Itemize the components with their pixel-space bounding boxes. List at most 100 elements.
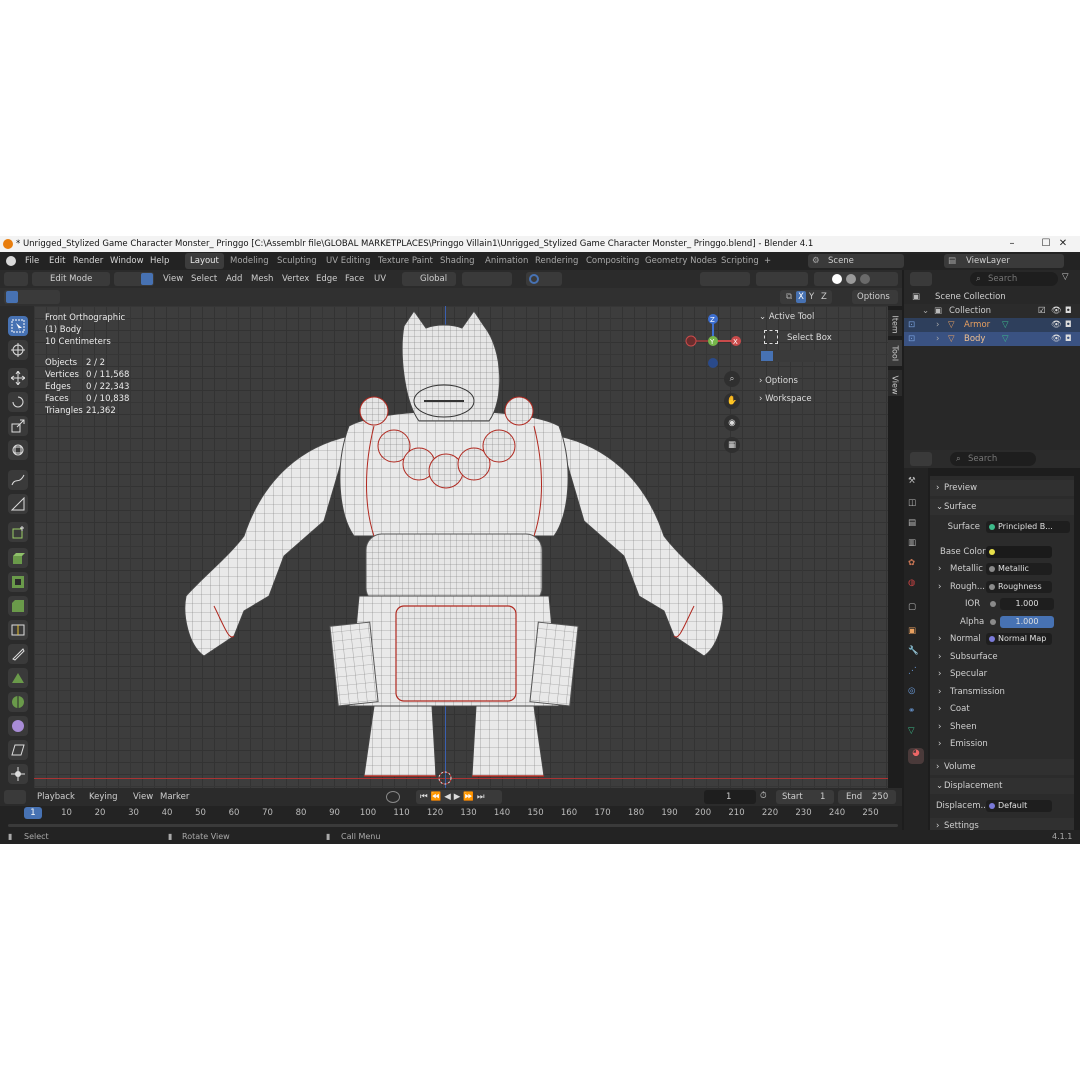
material-shading-icon[interactable] [846,274,856,284]
solid-shading-icon[interactable] [832,274,842,284]
alpha-field[interactable]: 1.000 [1000,616,1054,628]
current-frame-field[interactable]: 1 [704,790,756,804]
body-expand-icon[interactable]: › [936,332,939,346]
normal-field[interactable]: Normal Map [986,633,1052,645]
scale-tool[interactable] [8,416,28,436]
viewport-menu-uv[interactable]: UV [374,270,386,288]
zoom-icon[interactable]: ⌕ [724,371,740,387]
mode-selector[interactable]: Edit Mode [32,272,110,286]
annotate-tool[interactable] [8,470,28,490]
physics-props-icon[interactable]: ◎ [908,686,924,702]
viewport-menu-vertex[interactable]: Vertex [282,270,309,288]
shading-buttons[interactable] [814,272,898,286]
auto-key-icon[interactable] [386,791,400,803]
set-new-selection-icon[interactable] [6,291,18,303]
active-tool-header[interactable]: ⌄ Active Tool [759,312,814,322]
pan-hand-icon[interactable]: ✋ [724,393,740,409]
cursor-tool[interactable] [8,340,28,360]
coat-panel[interactable]: › Coat [930,701,1074,717]
select-mode-buttons[interactable] [114,272,154,286]
roughness-field[interactable]: Roughness [986,581,1052,593]
add-workspace-button[interactable]: + [764,252,771,270]
collection-visibility-icon[interactable]: 👁 [1051,304,1062,318]
viewport-menu-view[interactable]: View [163,270,183,288]
sheen-panel[interactable]: › Sheen [930,719,1074,735]
3d-viewport[interactable]: Front Orthographic (1) Body 10 Centimete… [34,306,888,788]
tab-texture-paint[interactable]: Texture Paint [373,253,438,269]
spin-tool[interactable] [8,692,28,712]
object-props-icon[interactable]: ▣ [908,626,924,642]
navigation-gizmo[interactable]: Z X Y [682,308,746,368]
blender-menu-icon[interactable] [6,256,16,266]
tab-tool[interactable]: Tool [888,340,902,366]
end-frame-field[interactable]: End 250 [838,790,896,804]
menu-window[interactable]: Window [110,252,144,270]
camera-view-icon[interactable]: ◉ [724,415,740,431]
menu-render[interactable]: Render [73,252,103,270]
filter-icon[interactable]: ▽ [1062,272,1069,282]
stopwatch-icon[interactable]: ⏱ [760,791,767,801]
preview-panel-header[interactable]: › Preview [930,480,1074,496]
options-dropdown[interactable]: Options [852,290,898,304]
tab-shading[interactable]: Shading [435,253,480,269]
poly-build-tool[interactable] [8,668,28,688]
object-row-body[interactable]: ⊡ › ▽ Body ▽ 👁 ◘ [904,332,1080,346]
armor-render-icon[interactable]: ◘ [1065,318,1072,332]
minimize-button[interactable]: – [995,236,1029,252]
axis-z-toggle[interactable]: Z [821,290,827,304]
tab-scripting[interactable]: Scripting [716,253,764,269]
object-row-armor[interactable]: ⊡ › ▽ Armor ▽ 👁 ◘ [904,318,1080,332]
timeline-menu-keying[interactable]: Keying [89,788,118,806]
emission-panel[interactable]: › Emission [930,736,1074,752]
collection-props-icon[interactable]: ▢ [908,602,924,618]
loop-cut-tool[interactable] [8,620,28,640]
visibility-toggles[interactable] [700,272,750,286]
timeline-menu-playback[interactable]: Playback [37,788,75,806]
body-edit-mode-icon[interactable]: ⊡ [908,332,915,346]
tab-uv-editing[interactable]: UV Editing [321,253,375,269]
viewport-menu-select[interactable]: Select [191,270,217,288]
outliner-search[interactable]: ⌕ Search [970,272,1058,286]
specular-panel[interactable]: › Specular [930,666,1074,682]
transform-orientation[interactable]: Global [402,272,456,286]
knife-tool[interactable] [8,644,28,664]
viewport-menu-add[interactable]: Add [226,270,242,288]
start-frame-field[interactable]: Start 1 [776,790,834,804]
bevel-tool[interactable] [8,596,28,616]
editor-type-button[interactable] [4,272,28,286]
character-mesh[interactable] [174,306,734,786]
view-layer-props-icon[interactable]: ▥ [908,538,924,554]
timeline-playhead[interactable]: 1 [24,807,42,819]
overlay-toggles[interactable] [756,272,808,286]
workspace-panel-header[interactable]: › Workspace [759,394,812,404]
tab-item[interactable]: Item [888,310,902,336]
rotate-tool[interactable] [8,392,28,412]
timeline-editor-type[interactable] [4,790,26,804]
options-panel-header[interactable]: › Options [759,376,798,386]
world-props-icon[interactable]: ◍ [908,578,924,594]
mode-new-icon[interactable] [761,351,773,361]
collection-checkbox-icon[interactable]: ☑ [1038,304,1046,318]
data-props-icon[interactable]: ▽ [908,726,924,742]
timeline-menu-marker[interactable]: Marker [160,788,189,806]
tab-geometry-nodes[interactable]: Geometry Nodes [640,253,722,269]
armor-expand-icon[interactable]: › [936,318,939,332]
constraints-props-icon[interactable]: ⚭ [908,706,924,722]
collection-row[interactable]: ⌄ ▣ Collection ☑ 👁 ◘ [904,304,1080,318]
select-box-tool[interactable] [8,316,28,336]
modifier-props-icon[interactable]: 🔧 [908,646,924,662]
timeline-track[interactable] [0,820,902,830]
select-box-modes[interactable] [4,290,60,304]
menu-help[interactable]: Help [150,252,169,270]
playback-controls[interactable]: ⏮⏪◀▶⏩⏭ [416,790,502,804]
collection-render-icon[interactable]: ◘ [1065,304,1072,318]
extrude-tool[interactable] [8,548,28,568]
timeline-ruler[interactable]: 1 10 20 30 40 50 60 70 80 90 100 110 120 130 140 150 160… [0,806,902,820]
select-mode-row[interactable] [760,350,826,362]
menu-edit[interactable]: Edit [49,252,65,270]
viewport-menu-face[interactable]: Face [345,270,364,288]
properties-editor-type[interactable] [910,452,932,466]
smooth-tool[interactable] [8,716,28,736]
settings-panel-header[interactable]: › Settings [930,818,1074,830]
body-render-icon[interactable]: ◘ [1065,332,1072,346]
